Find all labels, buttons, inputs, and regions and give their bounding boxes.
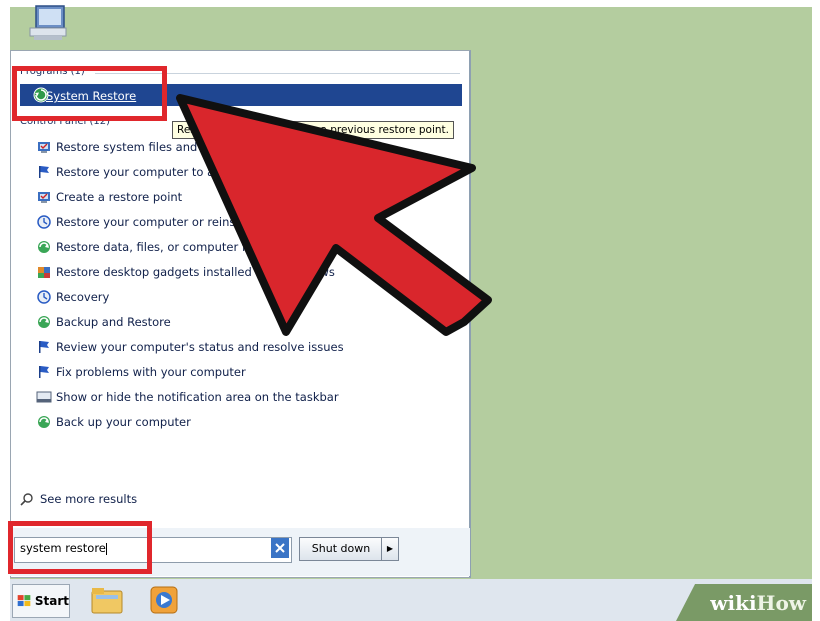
list-item[interactable]: Restore desktop gadgets installed with W… (36, 262, 335, 282)
backup-icon (38, 241, 50, 253)
list-item[interactable]: Back up your computer (36, 412, 191, 432)
flag-icon (39, 366, 49, 378)
start-button[interactable]: Start (12, 584, 70, 618)
shut-down-button[interactable]: Shut down (299, 537, 383, 561)
item-label: Recovery (56, 290, 110, 304)
search-icon (20, 493, 33, 506)
highlight-box-result (12, 66, 167, 121)
system-shield-icon (38, 192, 50, 203)
item-label: Review your computer's status and resolv… (56, 340, 344, 354)
list-item[interactable]: Backup and Restore (36, 312, 171, 332)
taskbar-icon (36, 391, 52, 403)
item-label: Restore data, files, or computer from ba… (56, 240, 314, 254)
item-label: Restore desktop gadgets installed with W… (56, 265, 335, 279)
list-item[interactable]: Review your computer's status and resolv… (36, 337, 344, 357)
frame-top (0, 0, 820, 7)
see-more-results-link[interactable]: See more results (20, 489, 137, 509)
item-label: Restore your computer or reinstall Windo… (56, 215, 309, 229)
computer-icon (29, 5, 67, 40)
flag-icon (39, 341, 49, 353)
list-item[interactable]: Show or hide the notification area on th… (36, 387, 339, 407)
frame-right (812, 0, 820, 621)
flag-icon (39, 166, 49, 178)
item-label: Backup and Restore (56, 315, 171, 329)
item-label: Fix problems with your computer (56, 365, 246, 379)
folder-icon[interactable] (90, 585, 124, 615)
highlight-box-search (8, 521, 152, 574)
list-item[interactable]: Restore your computer or reinstall Windo… (36, 212, 308, 232)
item-label: Back up your computer (56, 415, 191, 429)
list-item[interactable]: Fix problems with your computer (36, 362, 246, 382)
shut-down-options-button[interactable]: ▶ (381, 537, 399, 561)
system-shield-icon (38, 142, 50, 153)
recovery-icon (37, 290, 51, 304)
wikihow-logo: wiki How (676, 584, 812, 621)
start-label: Start (34, 594, 69, 608)
list-item[interactable]: Create a restore point (36, 187, 182, 207)
gadgets-icon (38, 267, 50, 278)
list-item[interactable]: Restore system files and settings from a… (36, 137, 365, 157)
see-more-label: See more results (40, 492, 138, 506)
list-item[interactable]: Restore your computer to an earlier time (36, 162, 292, 182)
list-item[interactable]: Recovery (36, 287, 109, 307)
recovery-icon (37, 215, 51, 229)
item-label: Restore your computer to an earlier time (56, 165, 292, 179)
backup-icon (38, 416, 50, 428)
clear-search-icon[interactable] (271, 538, 289, 558)
item-label: Restore system files and settings from a… (56, 140, 366, 154)
list-item[interactable]: Restore data, files, or computer from ba… (36, 237, 314, 257)
item-label: Show or hide the notification area on th… (56, 390, 339, 404)
item-label: Create a restore point (56, 190, 183, 204)
backup-icon (38, 316, 50, 328)
windows-logo-icon (17, 595, 31, 607)
media-player-icon[interactable] (148, 584, 180, 616)
